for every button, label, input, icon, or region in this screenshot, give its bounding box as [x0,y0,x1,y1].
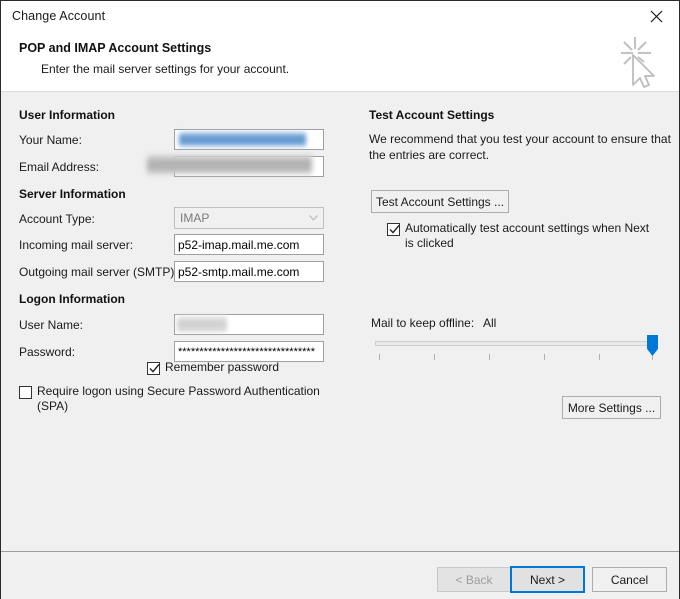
close-icon [650,10,663,23]
next-button-label: Next > [529,572,565,587]
checkbox-box [19,386,32,399]
checkbox-box [387,223,400,236]
auto-test-label-line2: is clicked [405,236,454,250]
mail-to-keep-offline-value: All [483,316,497,330]
require-spa-label: Require logon using Secure Password Auth… [37,384,320,398]
test-account-settings-button[interactable]: Test Account Settings ... [371,190,509,213]
user-name-input[interactable] [174,314,324,335]
test-description-line2: the entries are correct. [369,148,490,162]
cancel-button[interactable]: Cancel [592,567,667,592]
group-user-information: User Information [19,108,116,122]
your-name-input[interactable] [174,129,324,150]
require-spa-label-line2: (SPA) [37,399,69,413]
slider-track[interactable] [375,341,655,346]
back-button[interactable]: < Back [437,567,511,592]
back-button-label: < Back [455,572,493,587]
page-title: POP and IMAP Account Settings [19,41,212,55]
label-email-address: Email Address: [19,160,100,174]
label-user-name: User Name: [19,318,84,332]
check-icon [149,363,160,373]
group-logon-information: Logon Information [19,292,125,306]
label-incoming-mail-server: Incoming mail server: [19,238,134,252]
more-settings-button[interactable]: More Settings ... [562,396,661,419]
auto-test-label-line1: Automatically test account settings when… [405,221,650,235]
slider-thumb[interactable] [647,335,658,356]
label-your-name: Your Name: [19,133,82,147]
dialog-body: User Information Your Name: Email Addres… [1,92,679,551]
window-title: Change Account [12,9,106,23]
close-button[interactable] [634,1,679,32]
cursor-click-icon [613,33,665,91]
account-type-select[interactable]: IMAP [174,207,324,229]
mail-to-keep-offline-slider[interactable] [375,335,658,363]
mail-to-keep-offline-label: Mail to keep offline: [371,316,475,330]
page-subtitle: Enter the mail server settings for your … [41,62,290,76]
incoming-mail-server-input[interactable] [174,234,324,255]
title-bar: Change Account [1,1,679,32]
chevron-down-icon [303,208,323,228]
dialog-footer: < Back Next > Cancel [1,551,679,599]
check-icon [389,224,400,234]
next-button[interactable]: Next > [510,566,585,593]
password-input[interactable] [174,341,324,362]
test-account-settings-button-label: Test Account Settings ... [375,194,505,209]
checkbox-box [147,362,160,375]
remember-password-label: Remember password [165,360,280,374]
label-outgoing-mail-server: Outgoing mail server (SMTP): [19,265,178,279]
change-account-dialog: Change Account POP and IMAP Account Sett… [0,0,680,599]
group-test-account-settings: Test Account Settings [369,108,495,122]
account-type-value: IMAP [180,211,210,225]
email-address-input[interactable] [174,156,324,177]
slider-ticks [375,354,655,360]
group-server-information: Server Information [19,187,126,201]
label-password: Password: [19,345,76,359]
cancel-button-label: Cancel [610,572,649,587]
outgoing-mail-server-input[interactable] [174,261,324,282]
test-description-line1: We recommend that you test your account … [369,132,671,146]
dialog-header: POP and IMAP Account Settings Enter the … [1,32,679,92]
more-settings-button-label: More Settings ... [567,400,656,415]
label-account-type: Account Type: [19,212,95,226]
